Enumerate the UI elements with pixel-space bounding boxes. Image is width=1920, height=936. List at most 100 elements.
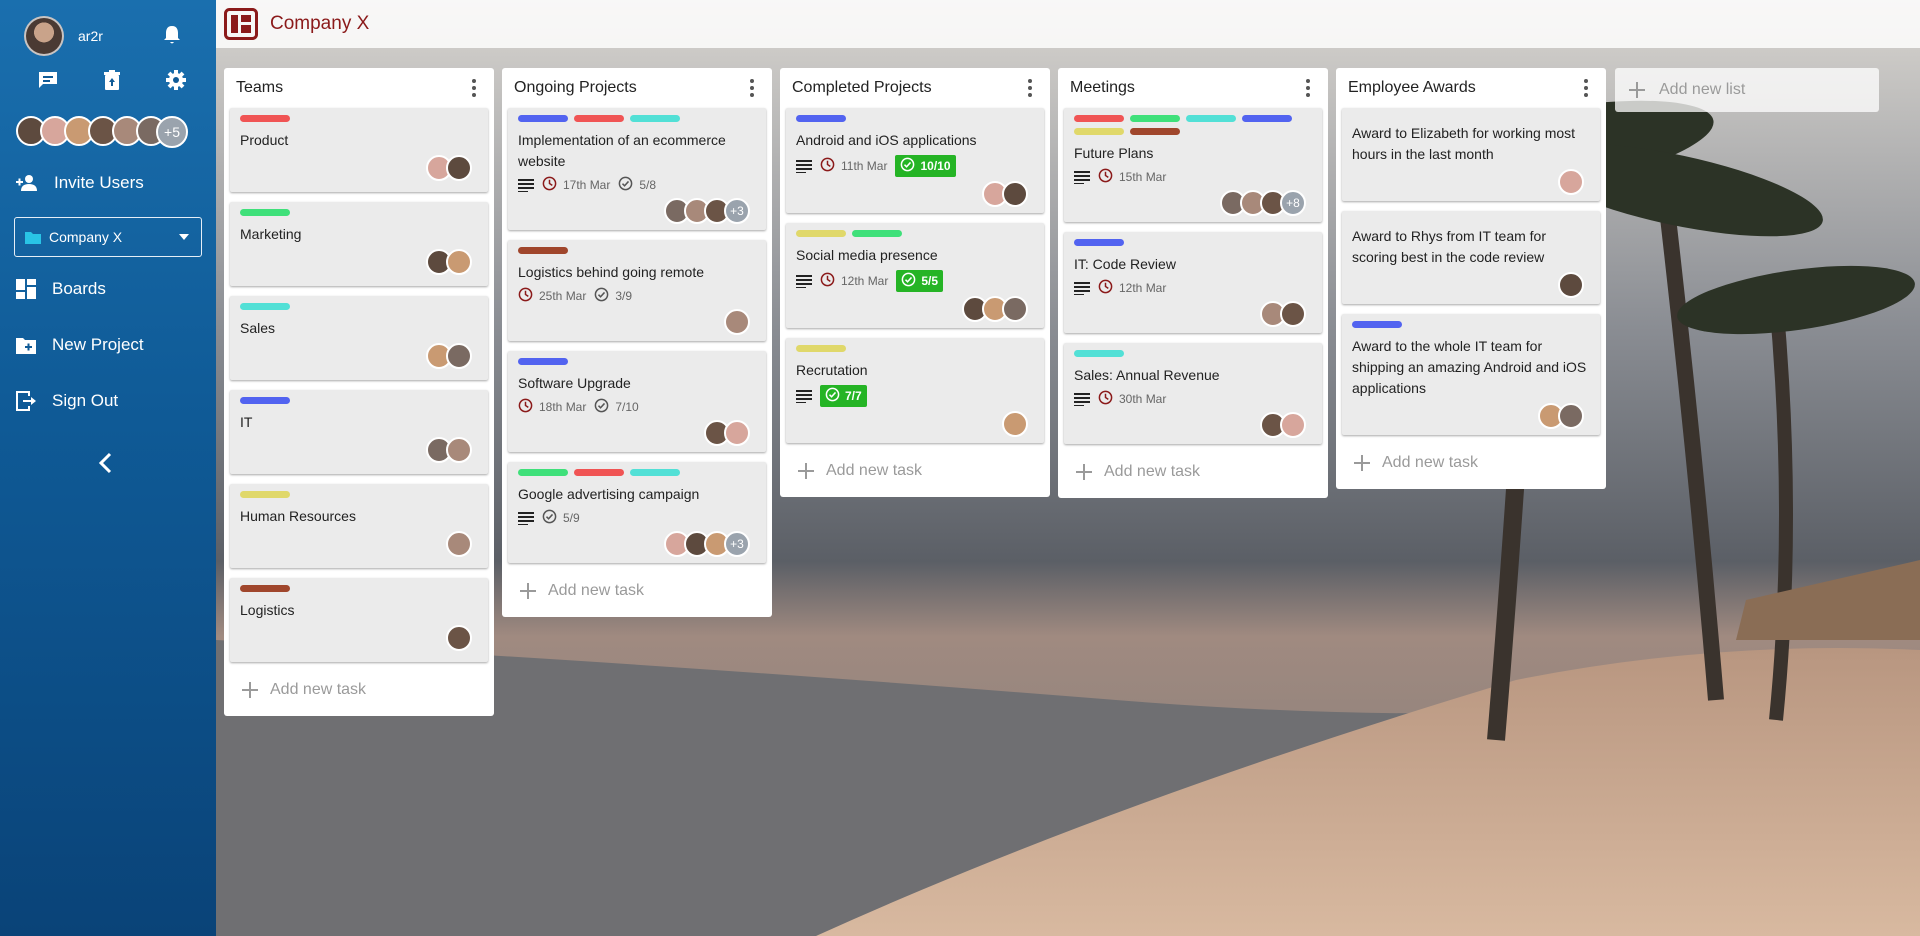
list-menu-icon[interactable] bbox=[1578, 78, 1594, 98]
add-new-task-button[interactable]: Add new task bbox=[786, 453, 1044, 489]
task-card[interactable]: Logistics bbox=[230, 578, 488, 662]
card-members bbox=[240, 531, 478, 557]
description-icon bbox=[796, 389, 812, 403]
card-members bbox=[1074, 301, 1312, 327]
add-new-task-button[interactable]: Add new task bbox=[1064, 454, 1322, 490]
nav-sign-out[interactable]: Sign Out bbox=[0, 383, 216, 419]
member-avatar[interactable] bbox=[1002, 296, 1028, 322]
due-date: 12th Mar bbox=[820, 272, 888, 290]
task-card[interactable]: IT: Code Review 12th Mar bbox=[1064, 232, 1322, 333]
workspace-members[interactable]: +5 bbox=[16, 116, 188, 148]
member-avatar[interactable] bbox=[446, 437, 472, 463]
list-title[interactable]: Ongoing Projects bbox=[514, 79, 637, 97]
list-header: Completed Projects bbox=[786, 68, 1044, 108]
company-select[interactable]: Company X bbox=[14, 217, 202, 257]
task-card[interactable]: IT bbox=[230, 390, 488, 474]
list-menu-icon[interactable] bbox=[466, 78, 482, 98]
member-avatar[interactable] bbox=[1280, 301, 1306, 327]
add-new-list-button[interactable]: Add new list bbox=[1615, 68, 1879, 112]
card-title: Future Plans bbox=[1074, 145, 1154, 161]
chat-icon[interactable] bbox=[34, 68, 62, 92]
label-chip bbox=[1074, 115, 1124, 122]
more-members-badge[interactable]: +8 bbox=[1280, 190, 1306, 216]
list-title[interactable]: Completed Projects bbox=[792, 79, 932, 97]
list-menu-icon[interactable] bbox=[1022, 78, 1038, 98]
company-select-value: Company X bbox=[49, 229, 123, 245]
task-card[interactable]: Sales bbox=[230, 296, 488, 380]
member-avatar[interactable] bbox=[446, 343, 472, 369]
board-logo-icon bbox=[224, 8, 258, 40]
list-menu-icon[interactable] bbox=[744, 78, 760, 98]
label-chip bbox=[1130, 115, 1180, 122]
card-members: +3 bbox=[518, 198, 756, 224]
archive-delete-icon[interactable] bbox=[98, 68, 126, 92]
card-title: IT bbox=[240, 414, 253, 430]
nav-sign-out-label: Sign Out bbox=[52, 391, 119, 410]
task-card[interactable]: Human Resources bbox=[230, 484, 488, 568]
add-new-task-button[interactable]: Add new task bbox=[1342, 445, 1600, 481]
checklist-progress: 5/8 bbox=[618, 176, 656, 194]
nav-new-project[interactable]: New Project bbox=[0, 327, 216, 363]
list-title[interactable]: Employee Awards bbox=[1348, 79, 1476, 97]
task-card[interactable]: Marketing bbox=[230, 202, 488, 286]
checklist-complete-badge: 5/5 bbox=[896, 270, 944, 292]
task-card[interactable]: Social media presence 12th Mar 5/5 bbox=[786, 223, 1044, 328]
task-card[interactable]: Future Plans 15th Mar +8 bbox=[1064, 108, 1322, 222]
member-avatar[interactable] bbox=[1280, 412, 1306, 438]
member-avatar[interactable] bbox=[724, 420, 750, 446]
list-header: Teams bbox=[230, 68, 488, 108]
member-avatar[interactable] bbox=[446, 155, 472, 181]
list-menu-icon[interactable] bbox=[1300, 78, 1316, 98]
card-meta: 7/7 bbox=[796, 385, 1034, 407]
nav-boards-label: Boards bbox=[52, 279, 106, 298]
settings-gear-icon[interactable] bbox=[162, 68, 190, 92]
task-card[interactable]: Implementation of an ecommerce website 17… bbox=[508, 108, 766, 230]
member-avatar[interactable] bbox=[446, 531, 472, 557]
task-card[interactable]: Award to Elizabeth for working most hour… bbox=[1342, 108, 1600, 201]
collapse-sidebar-icon[interactable] bbox=[98, 452, 112, 479]
task-card[interactable]: Product bbox=[230, 108, 488, 192]
member-avatar[interactable] bbox=[446, 249, 472, 275]
notifications-bell-icon[interactable] bbox=[162, 24, 182, 51]
add-new-task-button[interactable]: Add new task bbox=[508, 573, 766, 609]
due-date-text: 12th Mar bbox=[1119, 281, 1167, 295]
user-profile[interactable]: ar2r bbox=[24, 16, 103, 56]
member-avatar[interactable] bbox=[1558, 272, 1584, 298]
task-card[interactable]: Google advertising campaign 5/9 +3 bbox=[508, 462, 766, 563]
label-chip bbox=[518, 115, 568, 122]
more-members-badge[interactable]: +3 bbox=[724, 198, 750, 224]
list-column: Ongoing Projects Implementation of an eco… bbox=[502, 68, 772, 617]
more-members-badge[interactable]: +3 bbox=[724, 531, 750, 557]
card-title: Award to the whole IT team for shipping … bbox=[1352, 338, 1587, 396]
user-avatar[interactable] bbox=[24, 16, 64, 56]
check-circle-icon bbox=[542, 509, 557, 527]
label-chip bbox=[1074, 128, 1124, 135]
member-avatar[interactable] bbox=[1558, 169, 1584, 195]
nav-new-project-label: New Project bbox=[52, 335, 144, 354]
task-card[interactable]: Android and iOS applications 11th Mar 10/1… bbox=[786, 108, 1044, 213]
due-date: 18th Mar bbox=[518, 398, 586, 416]
member-avatar[interactable] bbox=[1002, 181, 1028, 207]
more-members-badge[interactable]: +5 bbox=[156, 116, 188, 148]
card-members bbox=[1074, 412, 1312, 438]
card-labels bbox=[240, 397, 470, 404]
member-avatar[interactable] bbox=[724, 309, 750, 335]
task-card[interactable]: Sales: Annual Revenue 30th Mar bbox=[1064, 343, 1322, 444]
plus-icon bbox=[798, 463, 814, 479]
member-avatar[interactable] bbox=[446, 625, 472, 651]
member-avatar[interactable] bbox=[1002, 411, 1028, 437]
list-title[interactable]: Teams bbox=[236, 79, 283, 97]
task-card[interactable]: Logistics behind going remote 25th Mar 3/9 bbox=[508, 240, 766, 341]
card-labels bbox=[1074, 239, 1304, 246]
nav-boards[interactable]: Boards bbox=[0, 271, 216, 307]
task-card[interactable]: Recrutation 7/7 bbox=[786, 338, 1044, 443]
clock-icon bbox=[542, 176, 557, 194]
member-avatar[interactable] bbox=[1558, 403, 1584, 429]
task-card[interactable]: Software Upgrade 18th Mar 7/10 bbox=[508, 351, 766, 452]
list-title[interactable]: Meetings bbox=[1070, 79, 1135, 97]
invite-users-button[interactable]: Invite Users bbox=[0, 165, 216, 201]
task-card[interactable]: Award to the whole IT team for shipping … bbox=[1342, 314, 1600, 435]
add-new-task-button[interactable]: Add new task bbox=[230, 672, 488, 708]
task-card[interactable]: Award to Rhys from IT team for scoring b… bbox=[1342, 211, 1600, 304]
checklist-text: 5/5 bbox=[921, 274, 939, 288]
